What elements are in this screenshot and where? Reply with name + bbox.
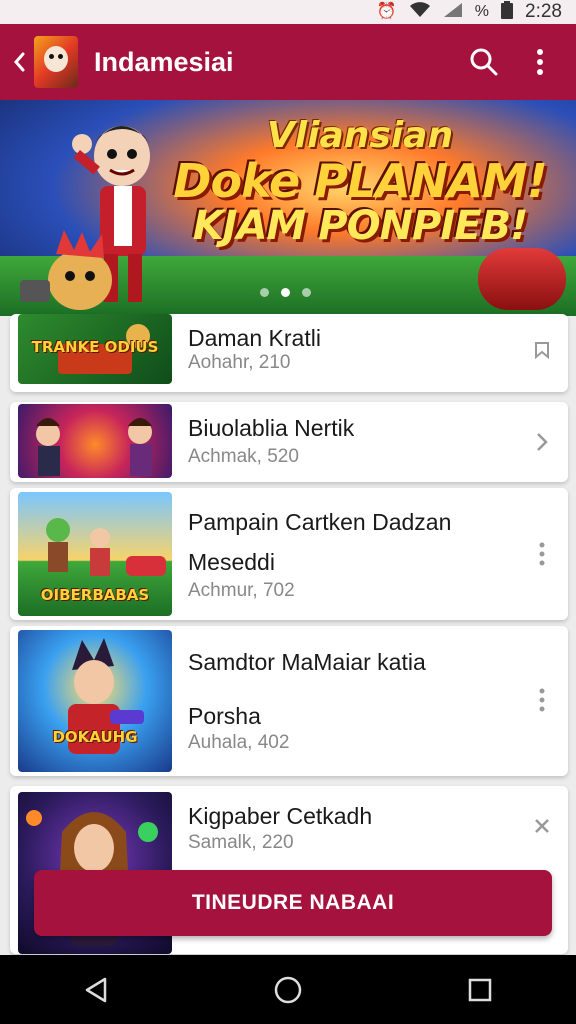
banner-line-3: KJAM PONPIEB!: [192, 203, 529, 249]
banner-line-1: Vliansian: [266, 115, 454, 156]
nav-home-icon: [274, 976, 302, 1003]
thumbnail-label: DOKAUHG: [52, 728, 138, 746]
more-vert-icon: [539, 688, 545, 712]
promo-banner[interactable]: Vliansian Doke PLANAM! KJAM PONPIEB!: [0, 100, 576, 316]
game-thumbnail: DOKAUHG: [18, 630, 172, 772]
app-title: Indamesiai: [94, 46, 234, 77]
list-item[interactable]: Biuolablia Nertik Achmak, 520: [10, 402, 568, 482]
back-button[interactable]: [4, 24, 34, 100]
game-subtitle: Achmur, 702: [188, 580, 295, 601]
game-thumbnail: [18, 404, 172, 478]
bookmark-icon: [535, 342, 549, 359]
banner-headline: Vliansian Doke PLANAM! KJAM PONPIEB!: [150, 115, 570, 249]
thumbnail-label: OIBERBABAS: [40, 586, 150, 604]
list-item[interactable]: DOKAUHG Samdtor MaMaiar katia Porsha Auh…: [10, 626, 568, 776]
app-logo: [34, 36, 78, 88]
more-options-button[interactable]: [528, 686, 556, 714]
search-button[interactable]: [456, 24, 512, 100]
game-title-line-2: Meseddi: [188, 549, 275, 575]
dismiss-button[interactable]: [528, 812, 556, 840]
game-title: Samdtor MaMaiar katia: [188, 649, 426, 675]
game-subtitle: Achmak, 520: [188, 446, 299, 467]
chevron-right-icon: [537, 433, 548, 451]
game-title: Pampain Cartken Dadzan: [188, 509, 452, 535]
game-thumbnail: OIBERBABAS: [18, 492, 172, 616]
nav-recents-button[interactable]: [450, 960, 510, 1020]
app-bar: Indamesiai: [0, 24, 576, 100]
system-nav-bar: [0, 955, 576, 1024]
bookmark-button[interactable]: [528, 336, 556, 364]
more-vert-icon: [537, 49, 543, 75]
wifi-icon: [409, 2, 431, 22]
game-subtitle: Auhala, 402: [188, 732, 290, 753]
nav-recents-icon: [468, 978, 492, 1001]
game-subtitle: Aohahr, 210: [188, 352, 291, 373]
banner-line-2: Doke PLANAM!: [173, 154, 547, 208]
open-button[interactable]: [528, 428, 556, 456]
banner-ball: [478, 248, 566, 310]
battery-icon: [501, 1, 514, 23]
search-icon: [470, 48, 498, 76]
more-options-button[interactable]: [528, 540, 556, 568]
more-vert-icon: [539, 542, 545, 566]
more-options-button[interactable]: [512, 24, 568, 100]
banner-page-indicator: [260, 288, 311, 297]
back-icon: [14, 52, 25, 72]
signal-icon: [443, 2, 463, 22]
game-thumbnail: TRANKE ODIUS: [18, 314, 172, 384]
thumbnail-label: TRANKE ODIUS: [31, 338, 159, 356]
game-subtitle: Samalk, 220: [188, 832, 294, 853]
status-time: 2:28: [525, 1, 562, 22]
page-dot[interactable]: [260, 288, 269, 297]
list-item[interactable]: OIBERBABAS Pampain Cartken Dadzan Mesedd…: [10, 488, 568, 620]
page-dot-active[interactable]: [281, 288, 290, 297]
nav-home-button[interactable]: [258, 960, 318, 1020]
page-dot[interactable]: [302, 288, 311, 297]
list-item[interactable]: TRANKE ODIUS Daman Kratli Aohahr, 210: [10, 314, 568, 392]
nav-back-icon: [85, 977, 107, 1002]
battery-percent: %: [474, 3, 490, 20]
banner-character-creature: [20, 230, 112, 310]
primary-cta-button[interactable]: TINEUDRE NABAAI: [34, 870, 552, 936]
game-title: Biuolablia Nertik: [188, 415, 355, 441]
close-icon: [535, 819, 549, 833]
status-bar: ⏰ % 2:28: [0, 0, 576, 24]
alarm-icon: ⏰: [376, 3, 397, 20]
nav-back-button[interactable]: [66, 960, 126, 1020]
